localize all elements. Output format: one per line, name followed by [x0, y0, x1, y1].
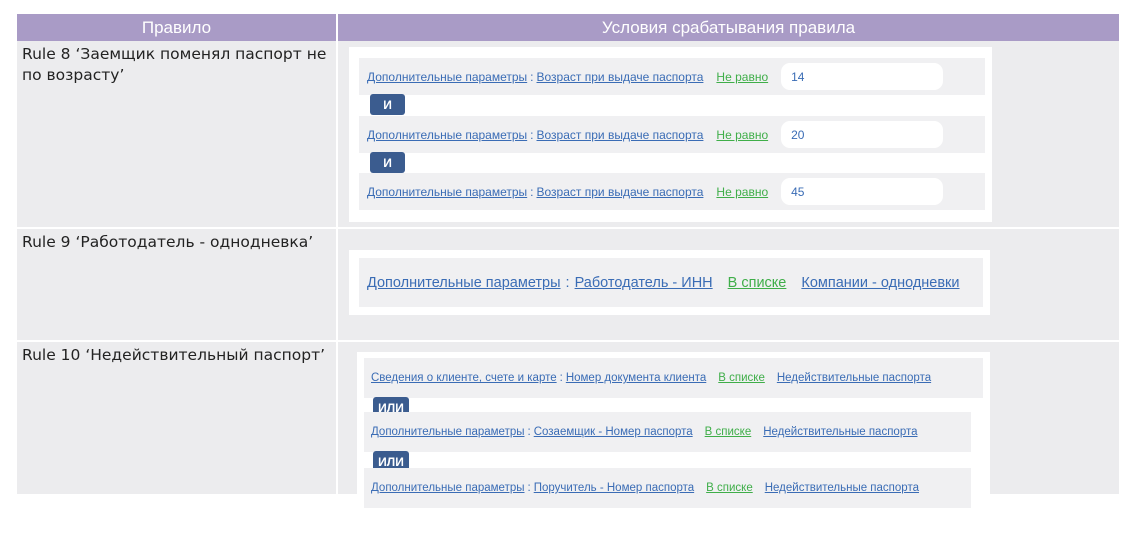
field-link[interactable]: Возраст при выдаче паспорта [537, 128, 704, 142]
colon-separator: : [530, 69, 534, 84]
operator-link[interactable]: Не равно [716, 70, 768, 84]
and-joiner-button[interactable]: И [370, 152, 405, 173]
colon-separator: : [527, 426, 531, 438]
condition-row: Дополнительные параметры : Созаемщик - Н… [364, 412, 971, 452]
operator-link[interactable]: В списке [706, 482, 753, 494]
operator-link[interactable]: В списке [705, 426, 752, 438]
value-link[interactable]: Компании - однодневки [801, 275, 959, 291]
colon-separator: : [565, 274, 570, 291]
value-field[interactable]: 14 [781, 63, 944, 90]
table-header: Правило Условия срабатывания правила [17, 14, 1119, 41]
param-link[interactable]: Дополнительные параметры [367, 70, 527, 84]
param-link[interactable]: Дополнительные параметры [367, 185, 527, 199]
condition-row: Дополнительные параметры : Возраст при в… [359, 173, 985, 210]
param-link[interactable]: Дополнительные параметры [371, 482, 525, 494]
header-rule-column: Правило [17, 14, 338, 41]
rule-cell: Rule 8 ‘Заемщик поменял паспорт не по во… [17, 41, 338, 227]
condition-row: Сведения о клиенте, счете и карте : Номе… [364, 358, 983, 398]
rule-cell: Rule 9 ‘Работодатель - однодневка’ [17, 229, 338, 340]
header-conditions-column: Условия срабатывания правила [601, 18, 856, 37]
param-link[interactable]: Дополнительные параметры [371, 426, 525, 438]
value-link[interactable]: Недействительные паспорта [763, 426, 917, 438]
rule-cell: Rule 10 ‘Недействительный паспорт’ [17, 342, 338, 494]
param-link[interactable]: Сведения о клиенте, счете и карте [371, 372, 557, 384]
field-link[interactable]: Работодатель - ИНН [575, 275, 713, 291]
colon-separator: : [530, 127, 534, 142]
colon-separator: : [559, 372, 563, 384]
conditions-panel-rule-10: Сведения о клиенте, счете и карте : Номе… [357, 352, 990, 510]
colon-separator: : [530, 184, 534, 199]
condition-row: Дополнительные параметры : Возраст при в… [359, 58, 985, 95]
value-field[interactable]: 20 [781, 121, 944, 148]
field-link[interactable]: Созаемщик - Номер паспорта [534, 426, 693, 438]
conditions-panel-rule-9: Дополнительные параметры : Работодатель … [349, 250, 990, 315]
operator-link[interactable]: Не равно [716, 185, 768, 199]
field-link[interactable]: Поручитель - Номер паспорта [534, 482, 694, 494]
rule-title: Rule 10 ‘Недействительный паспорт’ [22, 346, 326, 364]
colon-separator: : [527, 482, 531, 494]
condition-row: Дополнительные параметры : Работодатель … [359, 258, 983, 307]
rule-title: Rule 9 ‘Работодатель - однодневка’ [22, 233, 314, 251]
conditions-panel-rule-8: Дополнительные параметры : Возраст при в… [349, 47, 992, 222]
condition-row: Дополнительные параметры : Поручитель - … [364, 468, 971, 508]
operator-link[interactable]: В списке [728, 275, 787, 291]
value-link[interactable]: Недействительные паспорта [765, 482, 919, 494]
operator-link[interactable]: Не равно [716, 128, 768, 142]
and-joiner-button[interactable]: И [370, 94, 405, 115]
condition-row: Дополнительные параметры : Возраст при в… [359, 116, 985, 153]
field-link[interactable]: Номер документа клиента [566, 372, 706, 384]
operator-link[interactable]: В списке [718, 372, 765, 384]
rule-title: Rule 8 ‘Заемщик поменял паспорт не по во… [22, 45, 327, 84]
param-link[interactable]: Дополнительные параметры [367, 128, 527, 142]
value-field[interactable]: 45 [781, 178, 944, 205]
param-link[interactable]: Дополнительные параметры [367, 275, 561, 291]
field-link[interactable]: Возраст при выдаче паспорта [537, 185, 704, 199]
field-link[interactable]: Возраст при выдаче паспорта [537, 70, 704, 84]
value-link[interactable]: Недействительные паспорта [777, 372, 931, 384]
